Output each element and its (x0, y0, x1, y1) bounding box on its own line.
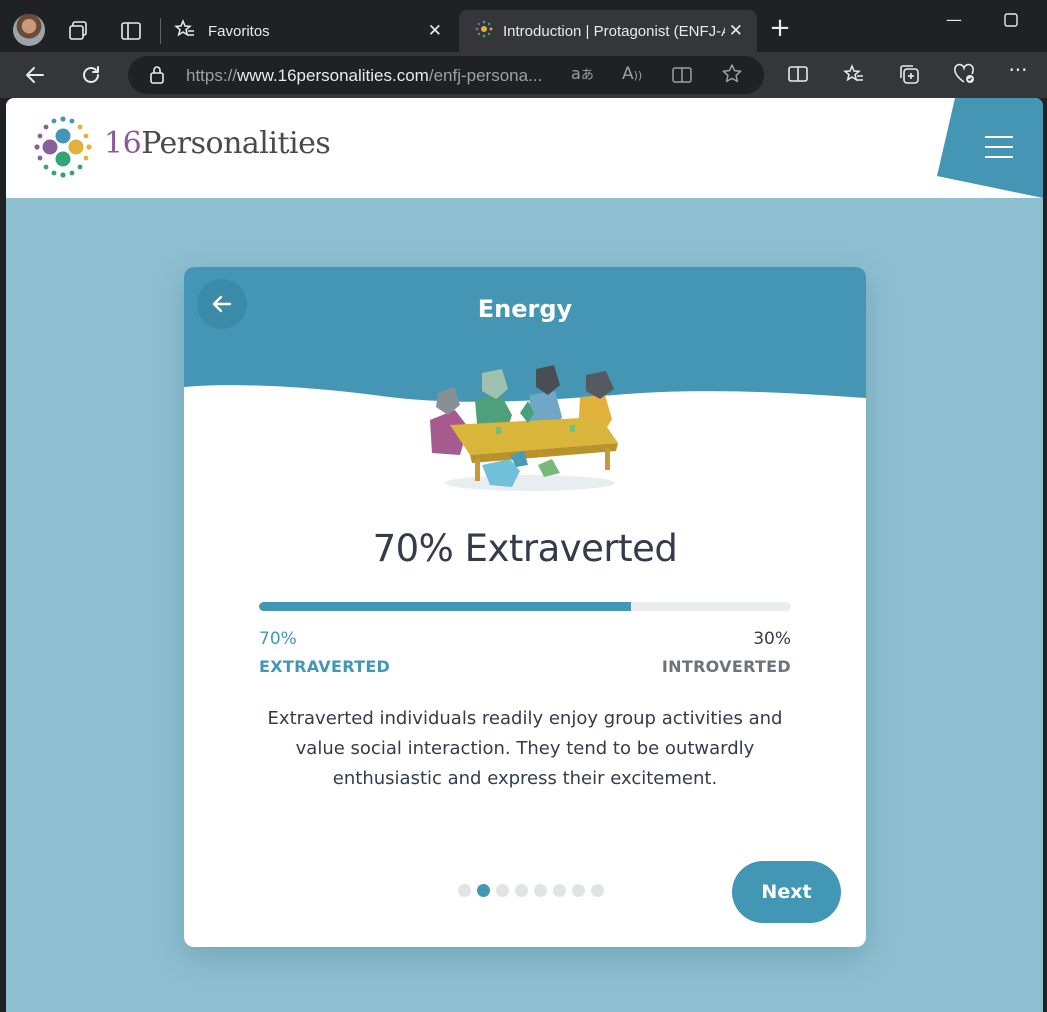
url-domain: www.16personalities.com (237, 66, 429, 85)
browser-essentials-icon[interactable] (952, 63, 976, 87)
pagination-dot[interactable] (553, 884, 566, 897)
close-tab-icon[interactable]: ✕ (428, 21, 442, 41)
logo-number: 16 (104, 126, 142, 161)
trait-progress-fill (259, 602, 632, 611)
lock-icon[interactable] (148, 65, 166, 89)
pagination-dot[interactable] (591, 884, 604, 897)
group-meeting-illustration (430, 365, 618, 491)
url-prefix: https:// (186, 66, 238, 85)
pagination-dot[interactable] (458, 884, 471, 897)
pagination-dot[interactable] (534, 884, 547, 897)
tab-label: Introduction | Protagonist (ENFJ-A) (503, 22, 735, 40)
new-tab-icon[interactable]: + (768, 15, 792, 42)
logo-word: Personalities (141, 126, 331, 161)
split-screen-icon[interactable] (786, 63, 810, 87)
16personalities-logo-icon[interactable] (30, 114, 96, 180)
site-header: 16Personalities (6, 98, 1043, 198)
tab-divider (160, 18, 161, 44)
tab-label: Favoritos (208, 22, 270, 40)
more-icon[interactable]: ··· (1006, 60, 1030, 84)
close-tab-icon[interactable]: ✕ (724, 21, 743, 41)
pagination-dot[interactable] (477, 884, 490, 897)
favorites-icon (174, 18, 196, 44)
favorites-bar-icon[interactable] (842, 63, 866, 87)
right-trait-percent: 30% (753, 629, 791, 649)
address-bar[interactable]: https://www.16personalities.com/enfj-per… (128, 56, 764, 94)
trait-progress-bar (259, 602, 791, 611)
read-aloud-icon[interactable]: A)) (622, 64, 642, 84)
left-trait-percent: 70% (259, 629, 297, 649)
star-icon[interactable] (721, 63, 743, 89)
profile-avatar[interactable] (13, 14, 45, 46)
pagination-dots (458, 884, 604, 897)
next-button[interactable]: Next (732, 861, 841, 923)
tab-favoritos[interactable]: Favoritos ✕ (170, 10, 456, 52)
back-icon[interactable] (23, 63, 47, 87)
tab-active[interactable]: Introduction | Protagonist (ENFJ-A) ✕ (459, 10, 757, 52)
collections-icon[interactable] (897, 63, 921, 87)
card-title: Energy (477, 295, 573, 323)
left-trait-label: EXTRAVERTED (259, 657, 391, 676)
browser-toolbar: https://www.16personalities.com/enfj-per… (0, 52, 1047, 98)
browser-tab-bar: Favoritos ✕ Introduction | Protagonist (… (0, 0, 1047, 52)
url-text: https://www.16personalities.com/enfj-per… (186, 66, 542, 86)
site-logo-text[interactable]: 16Personalities (104, 126, 331, 161)
translate-icon[interactable]: aあ (571, 64, 594, 83)
site-favicon-icon (475, 20, 493, 42)
trait-headline: 70% Extraverted (372, 527, 678, 570)
trait-description: Extraverted individuals readily enjoy gr… (267, 708, 783, 789)
refresh-icon[interactable] (79, 63, 103, 87)
page-viewport: 16Personalities Energy 70% Extraverted 7… (6, 98, 1043, 1012)
trait-card: Energy 70% Extraverted 70% EXTRAVERTED 3… (184, 267, 866, 947)
url-path: /enfj-persona... (428, 66, 543, 85)
immersive-reader-icon[interactable] (671, 65, 693, 89)
minimize-icon[interactable]: — (946, 10, 962, 29)
tab-actions-icon[interactable] (119, 20, 143, 44)
pagination-dot[interactable] (515, 884, 528, 897)
pagination-dot[interactable] (496, 884, 509, 897)
hamburger-icon[interactable] (985, 136, 1013, 158)
maximize-icon[interactable] (1004, 12, 1018, 31)
right-trait-label: INTROVERTED (661, 657, 791, 676)
workspaces-icon[interactable] (66, 20, 90, 44)
pagination-dot[interactable] (572, 884, 585, 897)
